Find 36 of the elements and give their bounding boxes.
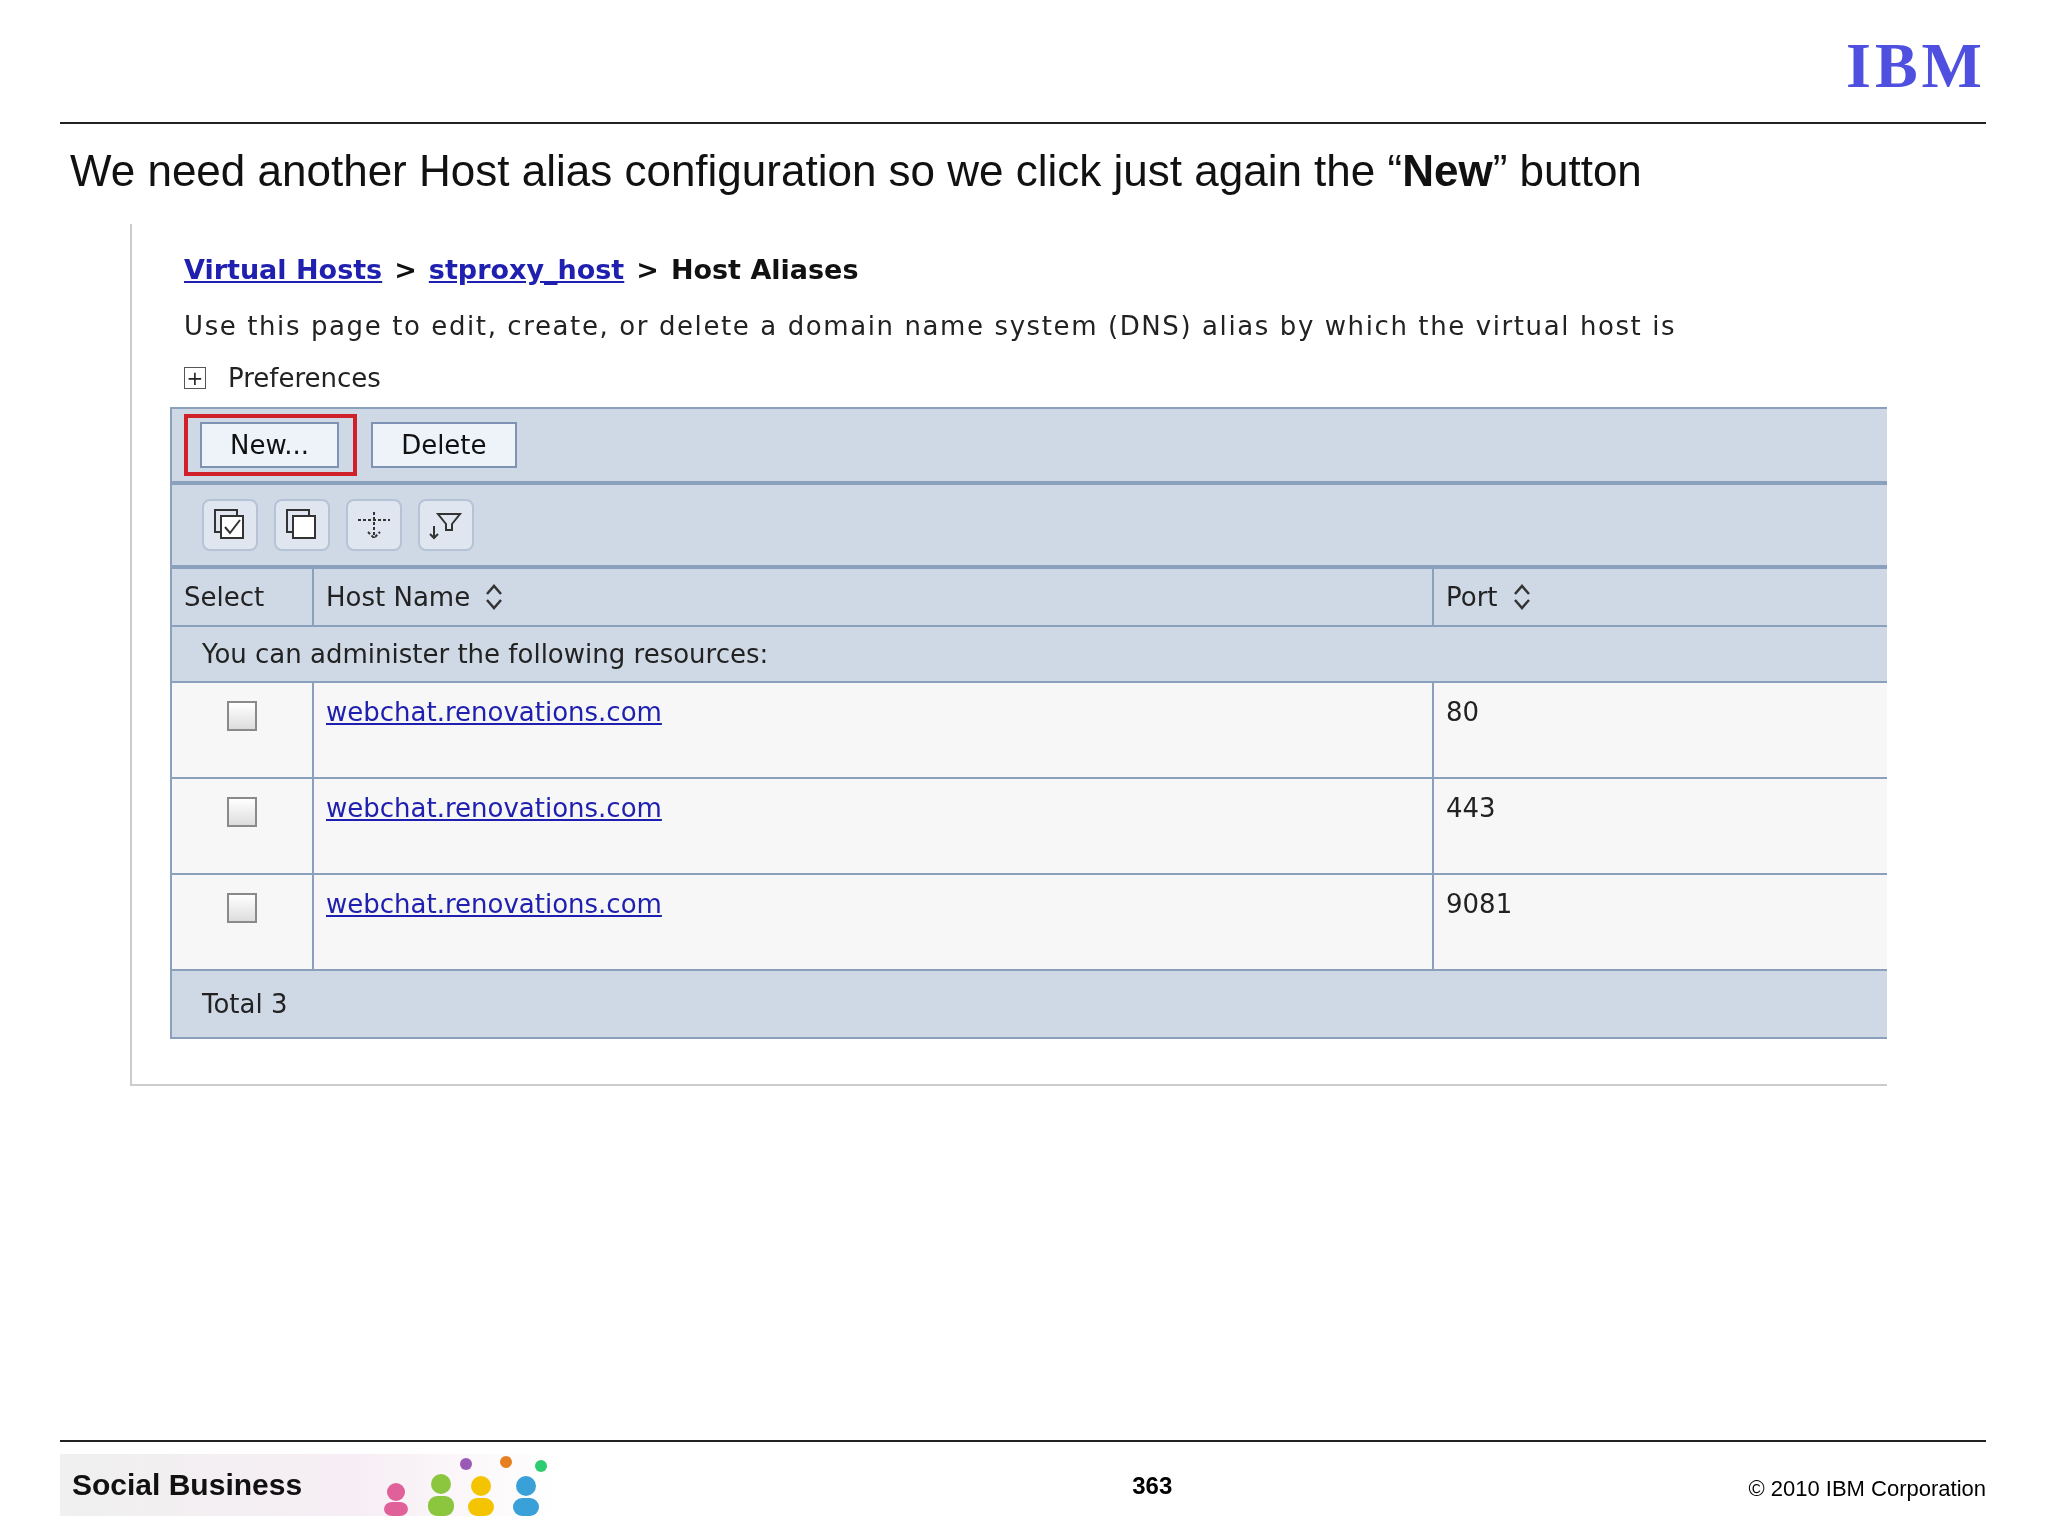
column-header[interactable]: Port: [1432, 569, 1887, 625]
page-description: Use this page to edit, create, or delete a domain name system (DNS) alias by which the virtual host is: [184, 311, 1678, 341]
page-number: 363: [1131, 1471, 1174, 1500]
logo: IBM: [1846, 34, 1986, 98]
sort-icon[interactable]: [484, 582, 505, 612]
sort-icon[interactable]: [1511, 582, 1532, 612]
breadcrumb-separator: >: [394, 254, 417, 285]
tool-button[interactable]: [418, 499, 474, 551]
tool-button[interactable]: [202, 499, 258, 551]
host-link[interactable]: webchat.renovations.com: [326, 793, 662, 823]
tool-button[interactable]: [274, 499, 330, 551]
port-cell: 80: [1446, 697, 1480, 727]
expand-toggle[interactable]: +: [184, 367, 206, 389]
host-link[interactable]: webchat.renovations.com: [326, 697, 662, 727]
port-cell: 9081: [1446, 889, 1513, 919]
breadcrumb-link[interactable]: stproxy_host: [428, 254, 625, 285]
row-checkbox[interactable]: [227, 893, 257, 923]
brand-name: Social Business: [72, 1468, 303, 1502]
copyright: © 2010 IBM Corporation: [1748, 1475, 1986, 1502]
column-header: Select: [183, 581, 266, 614]
breadcrumb-link[interactable]: Virtual Hosts: [184, 254, 383, 285]
breadcrumb-separator: >: [636, 254, 659, 285]
tool-button[interactable]: [346, 499, 402, 551]
column-header[interactable]: Host Name: [312, 569, 1432, 625]
host-link[interactable]: webchat.renovations.com: [326, 889, 662, 919]
pages-icon: [285, 508, 319, 542]
preferences-label[interactable]: Preferences: [228, 363, 381, 393]
row-checkbox[interactable]: [227, 797, 257, 827]
toolbar-button[interactable]: New...: [200, 422, 340, 468]
checked-pages-icon: [213, 508, 247, 542]
toolbar-button[interactable]: Delete: [371, 422, 517, 468]
breadcrumb-current: Host Aliases: [670, 254, 859, 285]
slide-heading: We need another Host alias configuration so we click just again the “New” button: [70, 146, 1643, 196]
table-total: Total 3: [201, 988, 289, 1021]
port-cell: 443: [1446, 793, 1496, 823]
row-checkbox[interactable]: [227, 701, 257, 731]
